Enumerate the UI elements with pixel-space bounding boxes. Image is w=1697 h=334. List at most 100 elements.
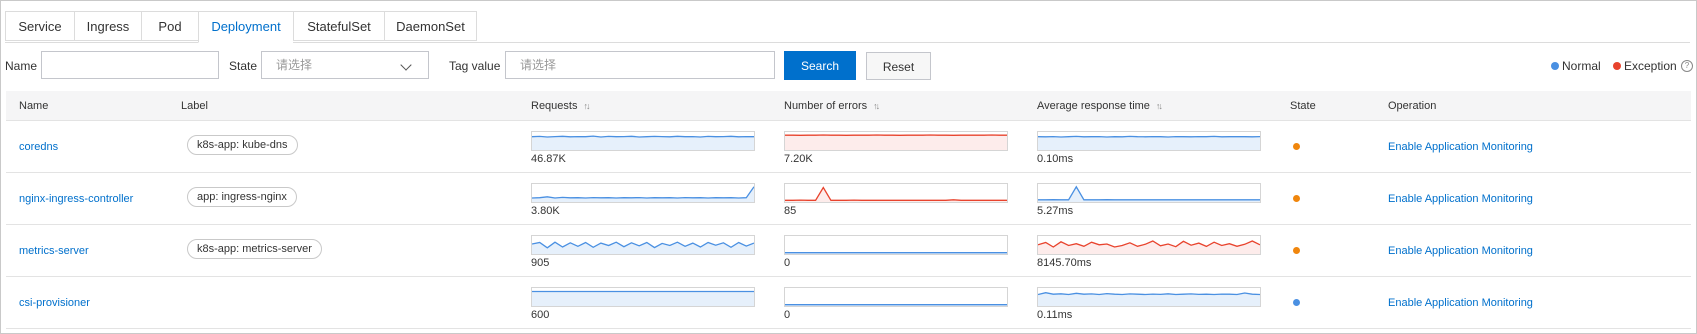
errors-value: 0 xyxy=(784,309,791,321)
response-time-sparkline xyxy=(1037,131,1261,151)
exception-dot-icon xyxy=(1613,62,1621,70)
deployment-name-link[interactable]: nginx-ingress-controller xyxy=(19,193,133,205)
state-select[interactable]: 请选择 xyxy=(261,51,429,79)
sparkline-chart xyxy=(785,304,1007,306)
sparkline-area xyxy=(532,136,754,150)
state-indicator xyxy=(1293,195,1300,202)
tab-service[interactable]: Service xyxy=(5,11,74,41)
chevron-down-icon xyxy=(400,59,412,71)
enable-monitoring-link[interactable]: Enable Application Monitoring xyxy=(1388,297,1533,309)
sparkline-chart xyxy=(532,186,754,202)
column-response-label: Average response time xyxy=(1037,100,1150,112)
sparkline-line xyxy=(532,186,754,199)
sparkline-chart xyxy=(1038,185,1260,202)
deployment-name-link[interactable]: coredns xyxy=(19,141,58,153)
errors-sparkline xyxy=(784,235,1008,255)
name-filter-label: Name xyxy=(5,59,38,73)
sparkline-chart xyxy=(532,241,754,254)
table-row: nginx-ingress-controller app: ingress-ng… xyxy=(6,173,1691,225)
sparkline-chart xyxy=(785,186,1007,202)
response-time-value: 0.10ms xyxy=(1037,153,1074,165)
column-name: Name xyxy=(19,100,49,112)
sparkline-chart xyxy=(1038,240,1260,254)
sparkline-area xyxy=(1038,136,1260,150)
table-row: csi-provisioner 600 0 0.11ms Enable Appl… xyxy=(6,277,1691,329)
state-indicator xyxy=(1293,143,1300,150)
enable-monitoring-link[interactable]: Enable Application Monitoring xyxy=(1388,141,1533,153)
sparkline-area xyxy=(532,291,754,306)
enable-monitoring-link[interactable]: Enable Application Monitoring xyxy=(1388,193,1533,205)
legend-exception: Exception xyxy=(1613,59,1677,73)
column-requests[interactable]: Requests ↑↓ xyxy=(531,100,590,112)
label-tag: k8s-app: metrics-server xyxy=(187,239,322,259)
name-filter-input[interactable] xyxy=(41,51,219,79)
errors-sparkline xyxy=(784,183,1008,203)
requests-value: 600 xyxy=(531,309,550,321)
state-select-placeholder: 请选择 xyxy=(276,58,313,72)
sparkline-chart xyxy=(532,290,754,306)
tag-value-select[interactable]: 请选择 xyxy=(505,51,775,79)
errors-value: 0 xyxy=(784,257,791,269)
resource-tabs: Service Ingress Pod Deployment StatefulS… xyxy=(5,11,1690,43)
table-row: coredns k8s-app: kube-dns 46.87K 7.20K 0… xyxy=(6,121,1691,173)
search-button[interactable]: Search xyxy=(784,51,856,80)
sort-icon[interactable]: ↑↓ xyxy=(873,101,880,111)
errors-sparkline xyxy=(784,287,1008,307)
table-row: metrics-server k8s-app: metrics-server 9… xyxy=(6,225,1691,277)
sort-icon[interactable]: ↑↓ xyxy=(1156,101,1163,111)
response-time-value: 8145.70ms xyxy=(1037,257,1092,269)
column-label: Label xyxy=(181,100,208,112)
column-errors-label: Number of errors xyxy=(784,100,868,112)
label-tag: k8s-app: kube-dns xyxy=(187,135,298,155)
column-response[interactable]: Average response time ↑↓ xyxy=(1037,100,1163,112)
tab-deployment[interactable]: Deployment xyxy=(198,11,293,43)
sparkline-line xyxy=(1038,135,1260,138)
deployment-name-link[interactable]: csi-provisioner xyxy=(19,297,90,309)
table-header: Name Label Requests ↑↓ Number of errors … xyxy=(6,91,1691,121)
help-icon[interactable]: ? xyxy=(1681,60,1693,72)
requests-sparkline xyxy=(531,183,755,203)
label-tag: app: ingress-nginx xyxy=(187,187,297,207)
errors-value: 7.20K xyxy=(784,153,813,165)
legend-normal: Normal xyxy=(1551,59,1601,73)
sparkline-area xyxy=(785,135,1007,150)
tab-statefulset[interactable]: StatefulSet xyxy=(293,11,384,41)
state-indicator xyxy=(1293,299,1300,306)
column-operation: Operation xyxy=(1388,100,1437,112)
response-time-value: 0.11ms xyxy=(1037,309,1073,321)
requests-value: 46.87K xyxy=(531,153,566,165)
state-filter-label: State xyxy=(229,59,258,73)
requests-sparkline xyxy=(531,287,755,307)
tab-daemonset[interactable]: DaemonSet xyxy=(384,11,477,41)
column-errors[interactable]: Number of errors ↑↓ xyxy=(784,100,880,112)
normal-dot-icon xyxy=(1551,62,1559,70)
tag-filter-label: Tag value xyxy=(449,59,501,73)
response-time-sparkline xyxy=(1037,183,1261,203)
legend-normal-label: Normal xyxy=(1562,59,1601,73)
state-indicator xyxy=(1293,247,1300,254)
column-state: State xyxy=(1290,100,1316,112)
sparkline-line xyxy=(1038,292,1260,296)
requests-value: 3.80K xyxy=(531,205,560,217)
tab-pod[interactable]: Pod xyxy=(141,11,198,41)
errors-value: 85 xyxy=(784,205,797,217)
response-time-sparkline xyxy=(1037,287,1261,307)
response-time-sparkline xyxy=(1037,235,1261,255)
sparkline-chart xyxy=(1038,292,1260,306)
response-time-value: 5.27ms xyxy=(1037,205,1074,217)
column-requests-label: Requests xyxy=(531,100,578,112)
sparkline-line xyxy=(532,135,754,138)
app-frame: Service Ingress Pod Deployment StatefulS… xyxy=(0,0,1697,334)
enable-monitoring-link[interactable]: Enable Application Monitoring xyxy=(1388,245,1533,257)
tab-ingress[interactable]: Ingress xyxy=(74,11,141,41)
sort-icon[interactable]: ↑↓ xyxy=(583,101,590,111)
sparkline-chart xyxy=(785,134,1007,150)
sparkline-area xyxy=(532,186,754,202)
sparkline-chart xyxy=(1038,135,1260,150)
requests-sparkline xyxy=(531,131,755,151)
sparkline-chart xyxy=(532,135,754,150)
requests-value: 905 xyxy=(531,257,550,269)
deployment-name-link[interactable]: metrics-server xyxy=(19,245,89,257)
legend-exception-label: Exception xyxy=(1624,59,1677,73)
reset-button[interactable]: Reset xyxy=(866,52,931,80)
